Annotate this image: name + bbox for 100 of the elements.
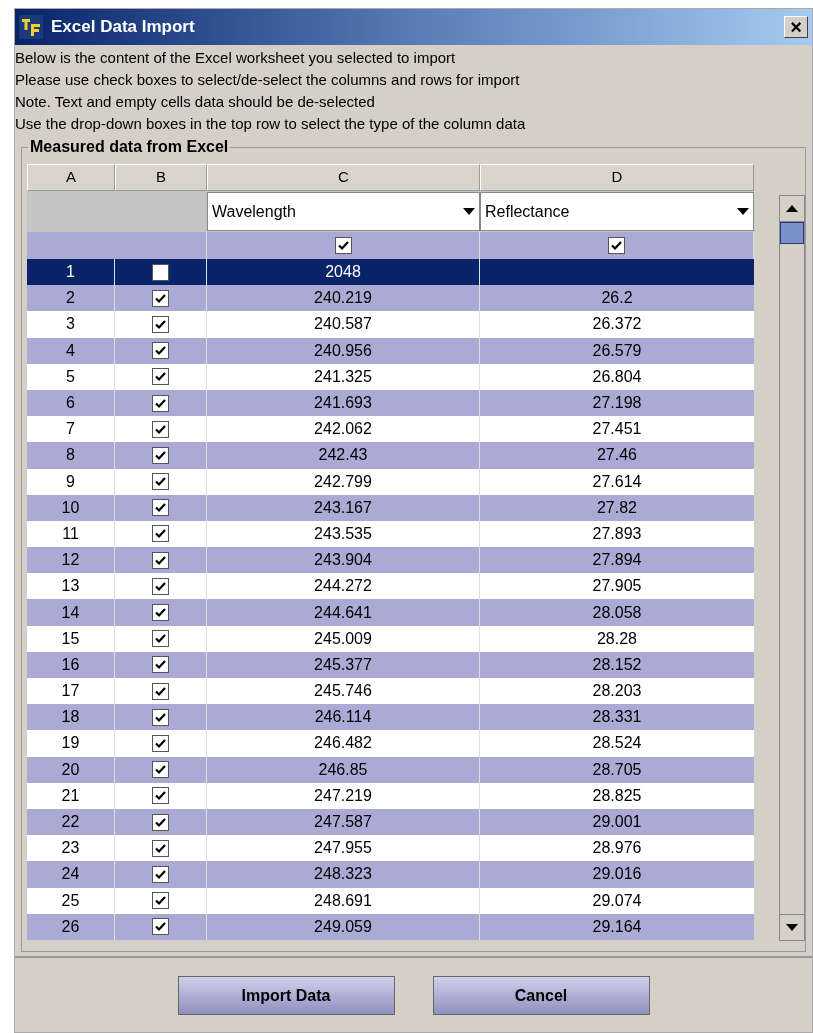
checkbox[interactable] (152, 839, 169, 857)
checkbox[interactable] (152, 682, 169, 700)
check-mark-icon (154, 789, 167, 803)
row-number: 18 (61, 707, 80, 728)
table-cell-text: 240.219 (314, 288, 372, 309)
check-mark-icon (154, 606, 167, 620)
table-row[interactable]: 4 240.956 26.579 (27, 337, 754, 364)
table-row[interactable]: 12 243.904 27.894 (27, 547, 754, 574)
checkbox[interactable] (152, 708, 169, 726)
table-row[interactable]: 5 241.325 26.804 (27, 363, 754, 390)
row-number: 3 (66, 314, 75, 335)
table-row[interactable]: 9 242.799 27.614 (27, 468, 754, 495)
table-row[interactable]: 20 246.85 28.705 (27, 756, 754, 783)
table-cell-text: 242.062 (314, 419, 372, 440)
table-cell-text: 240.956 (314, 340, 372, 361)
scroll-thumb[interactable] (780, 222, 804, 244)
column-header[interactable]: B (115, 164, 207, 191)
checkbox[interactable] (152, 368, 169, 386)
row-number: 20 (61, 759, 80, 780)
table-row[interactable]: 13 244.272 27.905 (27, 573, 754, 600)
checkbox[interactable] (152, 892, 169, 910)
check-mark-icon (154, 894, 167, 908)
checkbox[interactable] (152, 289, 169, 307)
table-row[interactable]: 22 247.587 29.001 (27, 808, 754, 836)
table-cell-text: 241.693 (314, 393, 372, 414)
row-number: 11 (62, 523, 79, 544)
row-number: 21 (61, 785, 80, 806)
table-cell-text: 247.955 (314, 838, 372, 859)
dialog-button[interactable]: Import Data (177, 976, 395, 1015)
row-number: 9 (66, 471, 75, 492)
checkbox[interactable] (152, 813, 169, 831)
check-mark-icon (154, 632, 167, 646)
table-row[interactable]: 17 245.746 28.203 (27, 678, 754, 705)
table-row[interactable]: 6 241.693 27.198 (27, 389, 754, 417)
table-row[interactable]: 2 240.219 26.2 (27, 285, 754, 312)
table-row[interactable]: 24 248.323 29.016 (27, 861, 754, 888)
check-mark-icon (154, 920, 167, 934)
table-row[interactable]: 1 2048 (27, 259, 754, 286)
scrollbar[interactable] (779, 195, 805, 941)
table-row[interactable]: 3 240.587 26.372 (27, 311, 754, 338)
row-number: 25 (61, 890, 80, 911)
checkbox[interactable] (608, 237, 625, 254)
table-cell-text: 28.705 (592, 759, 642, 780)
type-dropdown[interactable]: Wavelength (207, 192, 480, 231)
type-dropdown[interactable]: Reflectance (480, 192, 754, 231)
row-number: 17 (61, 681, 80, 702)
table-cell-text: 246.114 (314, 707, 372, 728)
table-cell-text: 28.825 (592, 785, 642, 806)
table-row[interactable]: 15 245.009 28.28 (27, 625, 754, 652)
table-row[interactable]: 11 243.535 27.893 (27, 520, 754, 548)
table-cell-text: 27.905 (592, 576, 642, 597)
table-row[interactable]: 8 242.43 27.46 (27, 442, 754, 469)
row-number: 12 (61, 550, 80, 571)
check-mark-icon (154, 527, 167, 541)
checkbox[interactable] (152, 604, 169, 622)
table-row[interactable]: 23 247.955 28.976 (27, 835, 754, 862)
close-button[interactable]: × (784, 16, 808, 38)
checkbox[interactable] (152, 787, 169, 805)
checkbox[interactable] (152, 263, 169, 281)
checkbox[interactable] (152, 551, 169, 569)
checkbox[interactable] (152, 630, 169, 648)
checkbox[interactable] (152, 342, 169, 360)
table-row[interactable]: 19 246.482 28.524 (27, 730, 754, 757)
checkbox[interactable] (152, 499, 169, 517)
table-row[interactable]: 25 248.691 29.074 (27, 887, 754, 914)
checkbox[interactable] (152, 394, 169, 412)
checkbox[interactable] (152, 865, 169, 883)
checkbox[interactable] (152, 525, 169, 543)
checkbox[interactable] (152, 446, 169, 464)
checkbox[interactable] (152, 734, 169, 752)
table-row[interactable]: 14 244.641 28.058 (27, 599, 754, 626)
table-row[interactable]: 18 246.114 28.331 (27, 704, 754, 731)
table-cell-text: 246.85 (318, 759, 368, 780)
table-row[interactable]: 26 249.059 29.164 (27, 913, 754, 940)
table-cell-text: 29.001 (592, 812, 642, 833)
table-cell-text: 247.219 (314, 785, 372, 806)
row-number: 15 (61, 628, 80, 649)
row-number: 8 (66, 445, 75, 466)
dialog-button[interactable]: Cancel (432, 976, 650, 1015)
checkbox[interactable] (152, 420, 169, 438)
instruction-text: Note. Text and empty cells data should be de-selected (15, 92, 376, 112)
table-row[interactable]: 21 247.219 28.825 (27, 782, 754, 809)
checkbox[interactable] (152, 918, 169, 936)
checkbox[interactable] (334, 237, 352, 254)
table-cell-text: 241.325 (314, 366, 372, 387)
column-header[interactable]: A (27, 164, 115, 191)
table-cell-text: 27.82 (596, 497, 637, 518)
column-header[interactable]: C (207, 164, 480, 191)
row-number: 7 (66, 419, 75, 440)
window-title: Excel Data Import (51, 16, 195, 39)
check-mark-icon (154, 344, 167, 358)
checkbox[interactable] (152, 315, 169, 333)
table-row[interactable]: 10 243.167 27.82 (27, 494, 754, 521)
column-header[interactable]: D (480, 164, 754, 191)
checkbox[interactable] (152, 473, 169, 491)
checkbox[interactable] (152, 761, 169, 779)
table-row[interactable]: 7 242.062 27.451 (27, 416, 754, 443)
checkbox[interactable] (152, 656, 169, 674)
table-row[interactable]: 16 245.377 28.152 (27, 651, 754, 678)
checkbox[interactable] (152, 577, 169, 595)
